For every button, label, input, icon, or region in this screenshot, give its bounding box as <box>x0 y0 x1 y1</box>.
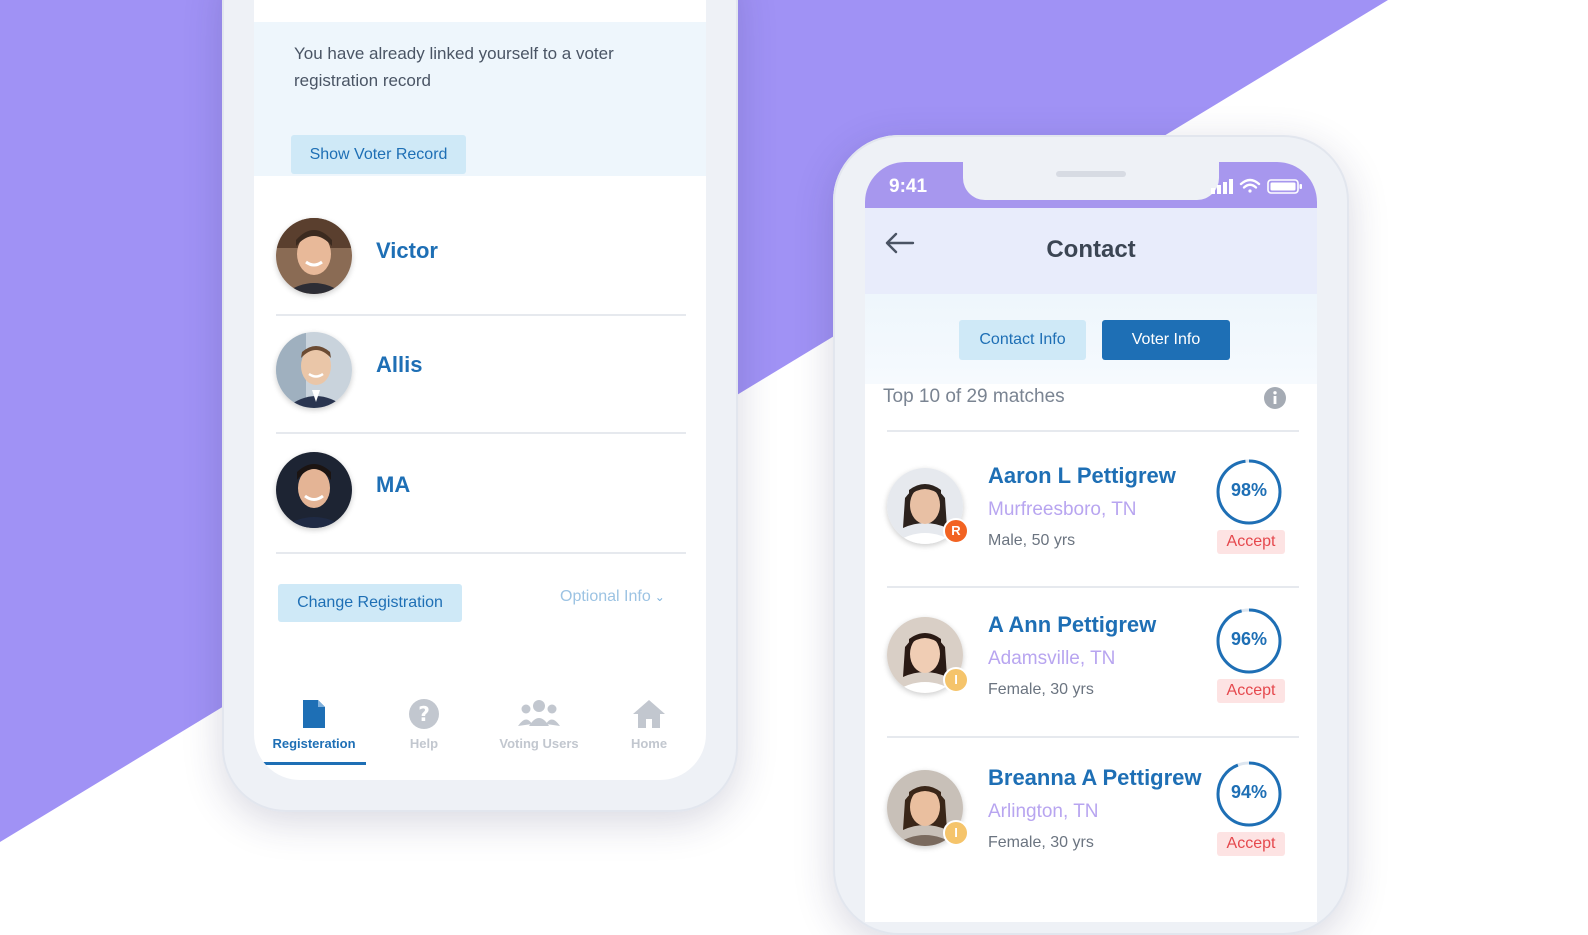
match-demographics: Male, 50 yrs <box>988 532 1076 549</box>
tab-label: Help <box>409 736 439 751</box>
match-demographics: Female, 30 yrs <box>988 681 1094 698</box>
matches-count-label: Top 10 of 29 matches <box>883 386 1065 407</box>
contact-screen: 9:41 Contact Contact Info Voter Info Top… <box>865 162 1317 922</box>
match-location: Adamsville, TN <box>988 648 1116 669</box>
person-name: Allis <box>376 352 423 377</box>
tab-label: Voting Users <box>499 736 579 751</box>
match-score-label: 98% <box>1230 480 1268 500</box>
person-name: MA <box>376 472 411 497</box>
tab-label: Registeration <box>272 736 356 751</box>
match-score-label: 96% <box>1230 629 1268 649</box>
divider <box>887 586 1299 588</box>
document-icon <box>301 698 327 735</box>
phone-notch <box>963 162 1219 200</box>
party-badge: R <box>943 518 969 544</box>
linked-record-notice: You have already linked yourself to a vo… <box>254 22 706 176</box>
party-badge: I <box>943 667 969 693</box>
info-icon[interactable] <box>1263 386 1287 415</box>
match-location: Murfreesboro, TN <box>988 499 1137 520</box>
tab-label: Home <box>630 736 668 751</box>
match-location: Arlington, TN <box>988 801 1099 822</box>
top-strip <box>254 0 706 20</box>
change-registration-button[interactable]: Change Registration <box>278 584 462 622</box>
person-row[interactable]: Allis <box>276 310 686 428</box>
person-name: Victor <box>376 238 438 263</box>
users-icon <box>518 698 560 733</box>
home-icon <box>631 698 667 735</box>
active-tab-indicator <box>262 762 366 765</box>
accept-button[interactable]: Accept <box>1217 679 1285 703</box>
match-row[interactable]: I Breanna A Pettigrew Arlington, TN Female,… <box>865 760 1317 910</box>
accept-button[interactable]: Accept <box>1217 530 1285 554</box>
match-demographics: Female, 30 yrs <box>988 834 1094 851</box>
party-badge: I <box>943 820 969 846</box>
divider <box>276 552 686 554</box>
avatar <box>276 332 352 408</box>
match-score-label: 94% <box>1230 782 1268 802</box>
status-icons <box>1211 178 1303 199</box>
tab-contact-info[interactable]: Contact Info <box>959 320 1086 360</box>
notice-text: You have already linked yourself to a vo… <box>294 44 614 90</box>
person-row[interactable]: Victor <box>276 196 686 314</box>
divider <box>887 430 1299 432</box>
tab-voting-users[interactable]: Voting Users <box>486 692 592 762</box>
svg-text:?: ? <box>418 702 430 726</box>
registration-screen: You have already linked yourself to a vo… <box>254 0 706 780</box>
app-header: Contact <box>865 208 1317 294</box>
tab-registeration[interactable]: Registeration <box>262 692 366 762</box>
status-bar: 9:41 <box>865 162 1317 208</box>
person-row[interactable]: MA <box>276 430 686 548</box>
match-name: A Ann Pettigrew <box>988 612 1157 637</box>
status-time: 9:41 <box>889 176 928 197</box>
chevron-down-icon: ⌄ <box>654 590 665 604</box>
optional-info-label: Optional Info <box>560 588 651 605</box>
avatar <box>276 218 352 294</box>
signal-icon <box>1211 179 1233 194</box>
right-phone-frame: 9:41 Contact Contact Info Voter Info Top… <box>833 135 1349 935</box>
bottom-tab-bar: Registeration ? Help Voting Users Home <box>254 692 706 780</box>
optional-info-dropdown[interactable]: Optional Info ⌄ <box>560 588 665 606</box>
info-toggle: Contact Info Voter Info <box>865 294 1317 384</box>
battery-icon <box>1267 179 1302 194</box>
match-name: Aaron L Pettigrew <box>988 463 1176 488</box>
avatar <box>276 452 352 528</box>
tab-home[interactable]: Home <box>604 692 694 762</box>
match-name: Breanna A Pettigrew <box>988 765 1202 790</box>
page-title: Contact <box>1046 236 1136 263</box>
question-circle-icon: ? <box>408 698 440 735</box>
wifi-icon <box>1239 178 1261 193</box>
tab-voter-info[interactable]: Voter Info <box>1102 320 1230 360</box>
show-voter-record-button[interactable]: Show Voter Record <box>291 135 466 174</box>
accept-button[interactable]: Accept <box>1217 832 1285 856</box>
speaker-grille <box>1056 171 1126 177</box>
tab-help[interactable]: ? Help <box>376 692 472 762</box>
left-phone-frame: You have already linked yourself to a vo… <box>222 0 738 812</box>
divider <box>887 736 1299 738</box>
match-row[interactable]: I A Ann Pettigrew Adamsville, TN Female, 30… <box>865 607 1317 757</box>
